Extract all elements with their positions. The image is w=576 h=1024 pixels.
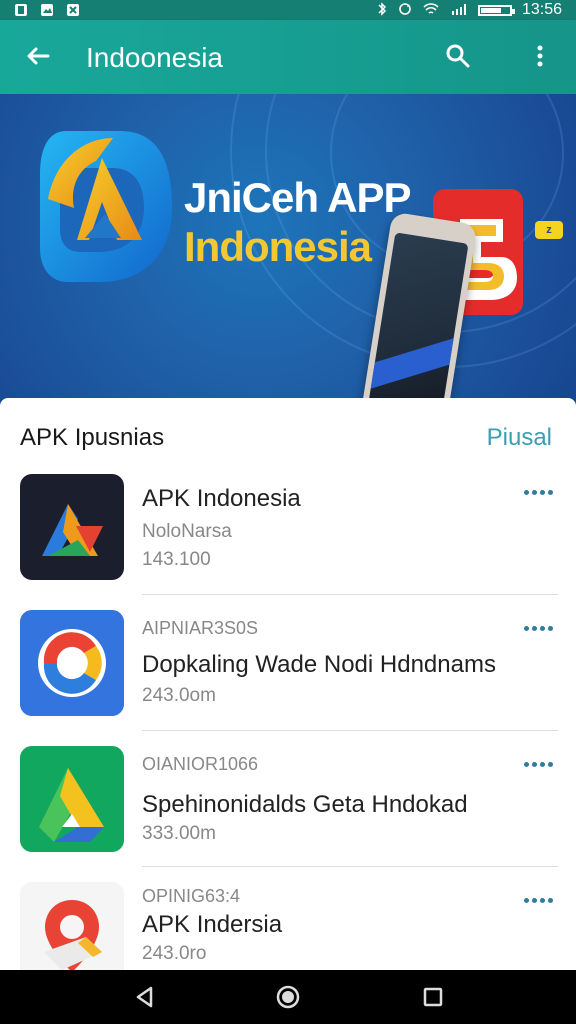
app-title: Dopkaling Wade Nodi Hdndnams	[142, 651, 496, 678]
app-bar: Indoonesia	[0, 20, 576, 94]
divider	[142, 866, 558, 867]
circle-app-icon	[20, 610, 124, 716]
app-size: 143.100	[142, 549, 211, 570]
drive-app-icon	[20, 746, 124, 852]
apps-sheet: APK Ipusnias Piusal APK Indonesia NoloNa…	[0, 398, 576, 970]
app-list-item[interactable]: OPINIG63:4 APK Indersia 243.0ro	[0, 880, 576, 970]
back-arrow-icon[interactable]	[22, 40, 54, 72]
system-navigation-bar	[0, 970, 576, 1024]
recent-square-icon[interactable]	[419, 983, 447, 1011]
more-horizontal-icon[interactable]	[524, 626, 553, 634]
home-circle-icon[interactable]	[274, 983, 302, 1011]
divider	[142, 594, 558, 595]
signal-icon	[450, 2, 468, 19]
back-triangle-icon[interactable]	[131, 983, 159, 1011]
app-size: 243.0ro	[142, 943, 207, 964]
wifi-icon	[422, 2, 440, 19]
bluetooth-icon	[376, 1, 388, 19]
app-list-item[interactable]: AIPNIAR3S0S Dopkaling Wade Nodi Hdndnams…	[0, 608, 576, 746]
app-title: Spehinonidalds Geta Hndokad	[142, 791, 468, 818]
app-list-item[interactable]: OIANIOR1066 Spehinonidalds Geta Hndokad …	[0, 744, 576, 882]
app-meta: OPINIG63:4	[142, 886, 241, 906]
section-action-link[interactable]: Piusal	[487, 424, 552, 452]
divider	[142, 730, 558, 731]
battery-icon	[477, 4, 515, 16]
page-title: Indoonesia	[86, 42, 224, 73]
app-meta: AIPNIAR3S0S	[142, 618, 259, 638]
apk-indonesia-app-icon	[20, 474, 124, 580]
banner-subtitle: Indonesia	[184, 223, 372, 270]
more-vertical-icon[interactable]	[524, 40, 556, 72]
app-size: 243.0om	[142, 685, 216, 706]
app-logo	[40, 131, 172, 282]
promo-banner[interactable]: JniCeh APP Indonesia z	[0, 94, 576, 414]
app-title: APK Indonesia	[142, 485, 301, 512]
app-meta: OIANIOR1066	[142, 754, 259, 774]
status-time: 13:56	[521, 1, 562, 18]
banner-title: JniCeh APP	[184, 174, 411, 221]
section-title: APK Ipusnias	[20, 424, 165, 451]
more-horizontal-icon[interactable]	[524, 490, 553, 498]
app-size: 333.00m	[142, 823, 216, 844]
notification-app-icon	[14, 3, 28, 17]
search-icon[interactable]	[442, 40, 474, 72]
image-icon	[40, 3, 54, 17]
map-pin-app-icon	[20, 882, 124, 970]
more-horizontal-icon[interactable]	[524, 898, 553, 906]
sync-icon	[398, 2, 412, 19]
app-title: APK Indersia	[142, 911, 283, 938]
app-subtitle: NoloNarsa	[142, 521, 232, 542]
banner-badge: z	[535, 221, 563, 239]
download-icon	[66, 3, 80, 17]
more-horizontal-icon[interactable]	[524, 762, 553, 770]
app-list-item[interactable]: APK Indonesia NoloNarsa 143.100	[0, 472, 576, 610]
status-bar: 13:56	[0, 0, 576, 20]
